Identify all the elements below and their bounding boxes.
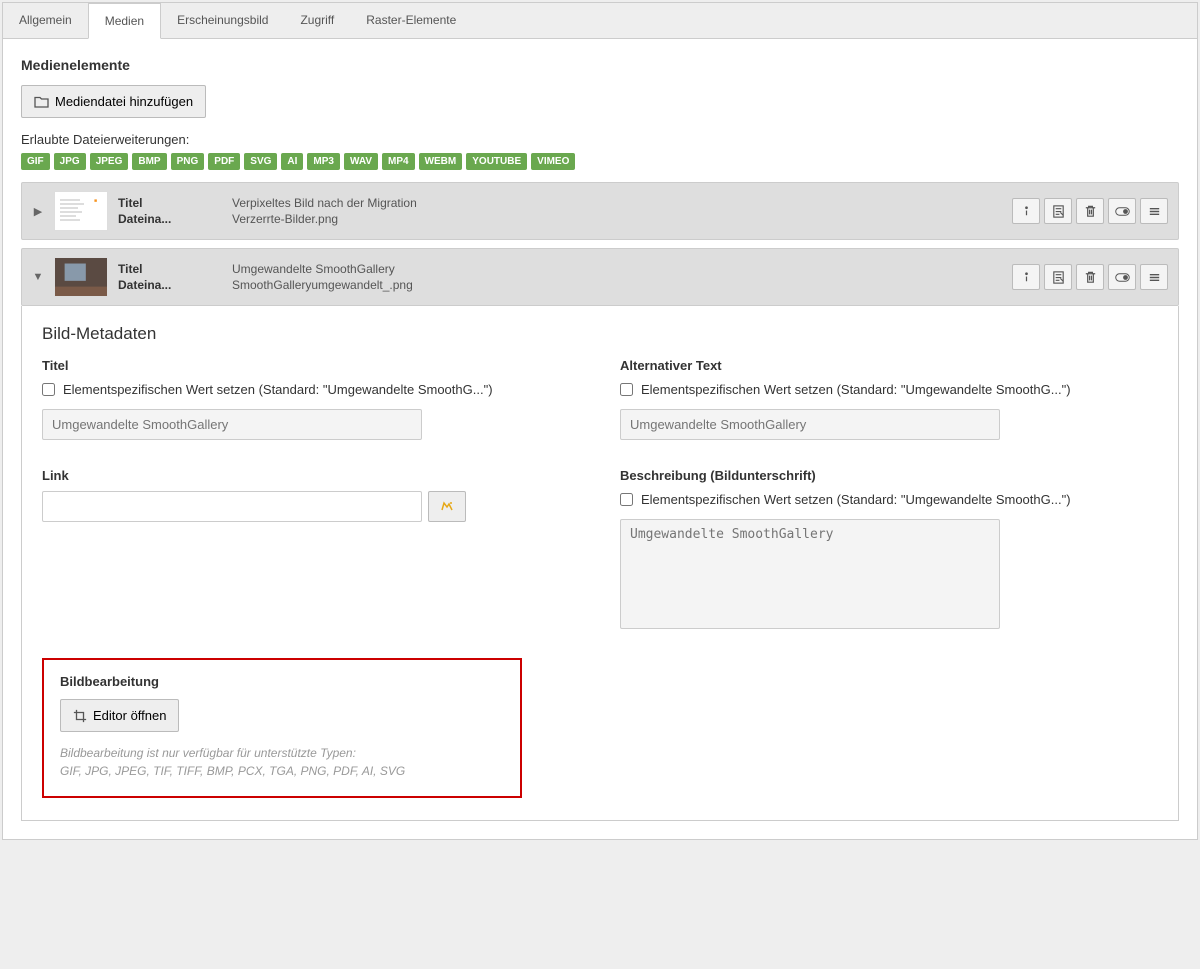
link-label: Link (42, 468, 580, 483)
edit-button[interactable] (1044, 264, 1072, 290)
badge: SVG (244, 153, 277, 170)
badge: JPG (54, 153, 86, 170)
alt-override-checkbox[interactable] (620, 383, 633, 396)
tab-erscheinungsbild[interactable]: Erscheinungsbild (161, 3, 284, 38)
titel-input[interactable] (42, 409, 422, 440)
badge: AI (281, 153, 303, 170)
info-button[interactable] (1012, 264, 1040, 290)
badge: WEBM (419, 153, 463, 170)
badge: WAV (344, 153, 378, 170)
thumbnail (54, 257, 108, 297)
badge: YOUTUBE (466, 153, 527, 170)
badge: JPEG (90, 153, 129, 170)
add-media-button[interactable]: Mediendatei hinzufügen (21, 85, 206, 118)
alt-checkbox-label: Elementspezifischen Wert setzen (Standar… (641, 381, 1071, 399)
delete-button[interactable] (1076, 198, 1104, 224)
titel-label: Titel (42, 358, 580, 373)
badge: MP3 (307, 153, 340, 170)
filename-key: Dateina... (118, 212, 218, 226)
alt-label: Alternativer Text (620, 358, 1158, 373)
link-input[interactable] (42, 491, 422, 522)
tab-zugriff[interactable]: Zugriff (284, 3, 350, 38)
metadata-panel: Bild-Metadaten Titel Elementspezifischen… (21, 306, 1179, 821)
drag-handle[interactable] (1140, 198, 1168, 224)
badge: GIF (21, 153, 50, 170)
filename-value: Verzerrte-Bilder.png (232, 212, 1002, 226)
info-button[interactable] (1012, 198, 1040, 224)
media-row: ▼ Titel Umgewandelte SmoothGallery Datei… (21, 248, 1179, 306)
desc-override-checkbox[interactable] (620, 493, 633, 506)
badge: VIMEO (531, 153, 575, 170)
expand-toggle[interactable]: ▼ (32, 271, 44, 283)
badge: PNG (171, 153, 205, 170)
tab-raster-elemente[interactable]: Raster-Elemente (350, 3, 472, 38)
tab-bar: Allgemein Medien Erscheinungsbild Zugrif… (3, 3, 1197, 39)
edit-button[interactable] (1044, 198, 1072, 224)
badge: PDF (208, 153, 240, 170)
badge: BMP (132, 153, 166, 170)
open-editor-label: Editor öffnen (93, 708, 166, 723)
toggle-button[interactable] (1108, 264, 1136, 290)
desc-textarea[interactable] (620, 519, 1000, 629)
drag-handle[interactable] (1140, 264, 1168, 290)
image-edit-heading: Bildbearbeitung (60, 674, 504, 689)
titel-checkbox-label: Elementspezifischen Wert setzen (Standar… (63, 381, 493, 399)
section-title: Medienelemente (21, 57, 1179, 73)
title-value: Verpixeltes Bild nach der Migration (232, 196, 1002, 210)
image-edit-note: Bildbearbeitung ist nur verfügbar für un… (60, 744, 504, 780)
metadata-heading: Bild-Metadaten (42, 324, 1158, 344)
delete-button[interactable] (1076, 264, 1104, 290)
tab-medien[interactable]: Medien (88, 3, 161, 39)
titel-override-checkbox[interactable] (42, 383, 55, 396)
toggle-button[interactable] (1108, 198, 1136, 224)
badge: MP4 (382, 153, 415, 170)
badge-list: GIF JPG JPEG BMP PNG PDF SVG AI MP3 WAV … (21, 153, 1179, 170)
thumbnail: ■ (54, 191, 108, 231)
media-row: ▶ ■ Titel Verpixeltes Bild nach der Migr… (21, 182, 1179, 240)
tab-allgemein[interactable]: Allgemein (3, 3, 88, 38)
filename-value: SmoothGalleryumgewandelt_.png (232, 278, 1002, 292)
image-edit-section: Bildbearbeitung Editor öffnen Bildbearbe… (42, 658, 522, 798)
link-wizard-button[interactable] (428, 491, 466, 522)
expand-toggle[interactable]: ▶ (32, 205, 44, 218)
svg-text:■: ■ (94, 198, 97, 204)
alt-input[interactable] (620, 409, 1000, 440)
title-key: Titel (118, 196, 218, 210)
add-media-label: Mediendatei hinzufügen (55, 94, 193, 109)
allowed-extensions-label: Erlaubte Dateierweiterungen: (21, 132, 1179, 147)
desc-label: Beschreibung (Bildunterschrift) (620, 468, 1158, 483)
link-wizard-icon (439, 499, 455, 515)
folder-icon (34, 95, 49, 108)
crop-icon (73, 709, 87, 723)
title-key: Titel (118, 262, 218, 276)
filename-key: Dateina... (118, 278, 218, 292)
open-editor-button[interactable]: Editor öffnen (60, 699, 179, 732)
desc-checkbox-label: Elementspezifischen Wert setzen (Standar… (641, 491, 1071, 509)
title-value: Umgewandelte SmoothGallery (232, 262, 1002, 276)
